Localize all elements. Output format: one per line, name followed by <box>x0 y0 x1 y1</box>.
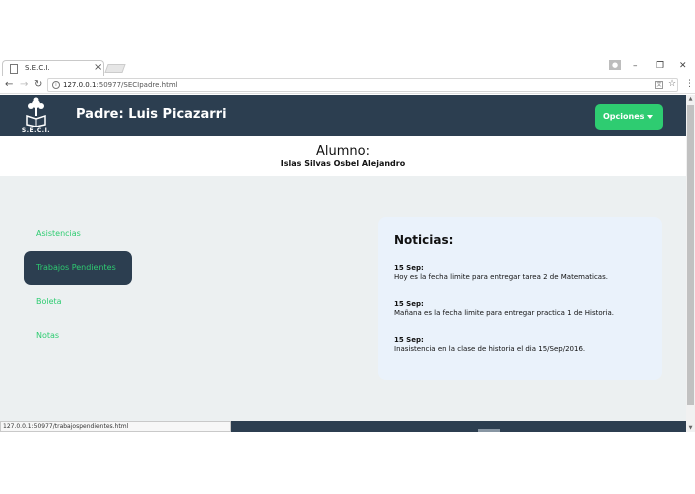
news-item: 15 Sep: Inasistencia en la clase de hist… <box>394 336 656 353</box>
browser-window: S.E.C.I. × ● – ❐ ✕ ← → ↻ i 127.0.0.1:509… <box>0 0 695 494</box>
forward-arrow-icon[interactable]: → <box>20 79 28 90</box>
reload-icon[interactable]: ↻ <box>34 79 42 90</box>
page-viewport: S.E.C.I. Padre: Luis Picazarri Opciones … <box>0 95 686 432</box>
footer-divider <box>478 429 500 432</box>
news-title: Noticias: <box>394 233 454 247</box>
scroll-down-icon[interactable]: ▼ <box>686 424 695 432</box>
tab-strip: S.E.C.I. × ● – ❐ ✕ <box>0 58 695 76</box>
news-date: 15 Sep: <box>394 264 424 272</box>
news-date: 15 Sep: <box>394 300 424 308</box>
student-name: Islas Silvas Osbel Alejandro <box>280 159 406 168</box>
info-icon[interactable]: i <box>52 81 60 89</box>
sidebar-item-label: Notas <box>36 331 60 340</box>
scrollbar-thumb[interactable] <box>687 105 694 405</box>
caret-down-icon <box>647 115 653 119</box>
status-bar-url: 127.0.0.1:50977/trabajospendientes.html <box>0 421 231 432</box>
tab-title: S.E.C.I. <box>25 64 50 72</box>
star-icon[interactable]: ☆ <box>668 79 676 89</box>
news-text: Hoy es la fecha limite para entregar tar… <box>394 273 608 281</box>
student-header: Alumno: Islas Silvas Osbel Alejandro <box>0 136 686 176</box>
sidebar-item-trabajos-pendientes[interactable]: Trabajos Pendientes <box>24 251 132 285</box>
browser-tab[interactable]: S.E.C.I. × <box>2 60 104 76</box>
news-panel: Noticias: 15 Sep: Hoy es la fecha limite… <box>378 217 662 380</box>
kebab-menu-icon[interactable]: ⋮ <box>685 79 694 89</box>
options-dropdown-button[interactable]: Opciones <box>595 104 663 130</box>
scroll-up-icon[interactable]: ▲ <box>686 95 695 103</box>
translate-icon[interactable]: 文 <box>655 81 663 89</box>
student-title: Alumno: <box>316 144 370 159</box>
sidebar-item-boleta[interactable]: Boleta <box>24 285 132 319</box>
sidebar-item-label: Boleta <box>36 297 62 306</box>
vertical-scrollbar[interactable]: ▲ ▼ <box>686 95 695 432</box>
url-host: 127.0.0.1 <box>63 81 97 89</box>
back-arrow-icon[interactable]: ← <box>5 79 13 90</box>
top-navbar: S.E.C.I. Padre: Luis Picazarri Opciones <box>0 95 686 136</box>
close-window-icon[interactable]: ✕ <box>679 61 687 71</box>
new-tab-button[interactable] <box>104 64 126 73</box>
browser-toolbar: ← → ↻ i 127.0.0.1:50977/SECIpadre.html 文… <box>0 76 695 94</box>
url-path: :50977/SECIpadre.html <box>96 81 178 89</box>
user-profile-icon[interactable]: ● <box>609 60 621 70</box>
close-tab-icon[interactable]: × <box>94 62 102 74</box>
document-icon <box>10 64 18 74</box>
sidebar-item-notas[interactable]: Notas <box>24 319 132 353</box>
page-title: Padre: Luis Picazarri <box>76 107 227 122</box>
sidebar-item-asistencias[interactable]: Asistencias <box>24 217 132 251</box>
news-item: 15 Sep: Hoy es la fecha limite para entr… <box>394 264 656 281</box>
news-date: 15 Sep: <box>394 336 424 344</box>
tree-book-logo-icon <box>26 97 46 128</box>
news-text: Mañana es la fecha limite para entregar … <box>394 309 615 317</box>
options-label: Opciones <box>603 112 645 121</box>
sidebar-item-label: Trabajos Pendientes <box>36 263 116 272</box>
seci-logo[interactable]: S.E.C.I. <box>21 97 51 134</box>
url-text[interactable]: 127.0.0.1:50977/SECIpadre.html <box>63 81 178 89</box>
address-bar[interactable]: i 127.0.0.1:50977/SECIpadre.html 文 ☆ <box>47 78 678 92</box>
sidebar-item-label: Asistencias <box>36 229 81 238</box>
logo-text: S.E.C.I. <box>21 127 51 134</box>
news-text: Inasistencia en la clase de historia el … <box>394 345 586 353</box>
news-item: 15 Sep: Mañana es la fecha limite para e… <box>394 300 656 317</box>
restore-icon[interactable]: ❐ <box>656 61 664 71</box>
minimize-icon[interactable]: – <box>633 61 638 71</box>
